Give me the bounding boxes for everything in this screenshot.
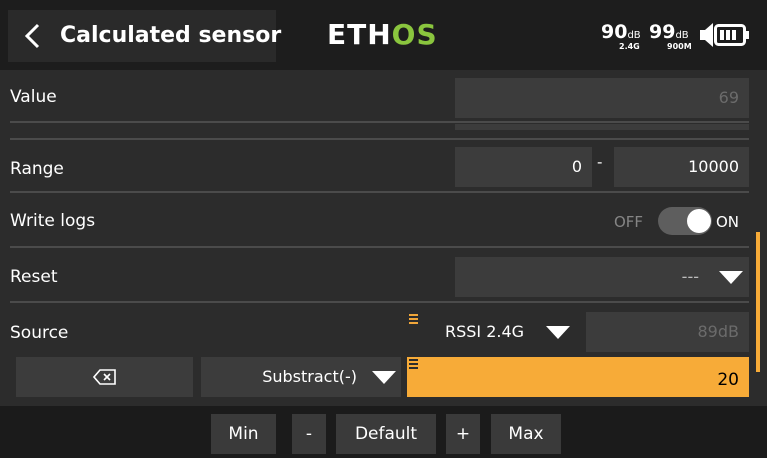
rssi-2g-value: 90: [601, 21, 628, 43]
row-divider: [10, 191, 749, 193]
toggle-off-label: OFF: [614, 213, 644, 231]
operator-select[interactable]: Substract(-): [201, 357, 401, 397]
rssi-900-band: 900M: [667, 42, 692, 51]
max-button[interactable]: Max: [491, 414, 561, 454]
range-label: Range: [10, 159, 64, 179]
source-value-field: 89dB: [586, 312, 749, 352]
row-divider: [10, 121, 749, 123]
row-divider: [10, 246, 749, 248]
source-select-value: RSSI 2.4G: [445, 322, 525, 341]
min-button[interactable]: Min: [211, 414, 276, 454]
toggle-on-label: ON: [716, 213, 740, 231]
backspace-icon: [93, 369, 116, 385]
back-button[interactable]: [16, 16, 52, 56]
chevron-down-icon: [719, 271, 743, 284]
rssi-900-unit: dB: [675, 30, 689, 41]
rssi-900-value: 99: [649, 21, 676, 43]
chevron-down-icon: [372, 371, 396, 384]
range-max-input[interactable]: 10000: [614, 147, 749, 187]
rssi-2g-band: 2.4G: [619, 42, 640, 51]
drag-handle-icon: [409, 359, 418, 371]
reset-select[interactable]: ---: [455, 257, 749, 297]
row-divider: [10, 301, 749, 303]
write-logs-label: Write logs: [10, 211, 96, 231]
clear-button[interactable]: [16, 357, 193, 397]
decrement-button[interactable]: -: [292, 414, 326, 454]
value-field: 69: [455, 78, 749, 118]
drag-handle-icon: [409, 314, 418, 326]
value-label: Value: [10, 87, 57, 107]
toggle-knob: [687, 209, 711, 233]
ethos-logo: ETHOS: [327, 20, 438, 50]
value-field-bottom: [455, 124, 749, 130]
logo-text-part2: OS: [391, 18, 438, 51]
source-label: Source: [10, 323, 69, 343]
chevron-left-icon: [24, 23, 40, 49]
increment-button[interactable]: +: [446, 414, 480, 454]
scrollbar[interactable]: [756, 232, 760, 372]
battery-icon: [714, 24, 749, 46]
logo-text-part1: ETH: [327, 18, 392, 51]
reset-label: Reset: [10, 267, 58, 287]
row-divider: [10, 138, 749, 140]
range-min-input[interactable]: 0: [455, 147, 592, 187]
range-separator: -: [597, 153, 603, 171]
chevron-down-icon: [546, 326, 570, 339]
page-title: Calculated sensor: [60, 23, 282, 48]
speaker-icon: [700, 23, 713, 47]
operand-input[interactable]: 20: [407, 357, 749, 397]
rssi-2g-unit: dB: [627, 30, 641, 41]
default-button[interactable]: Default: [336, 414, 436, 454]
